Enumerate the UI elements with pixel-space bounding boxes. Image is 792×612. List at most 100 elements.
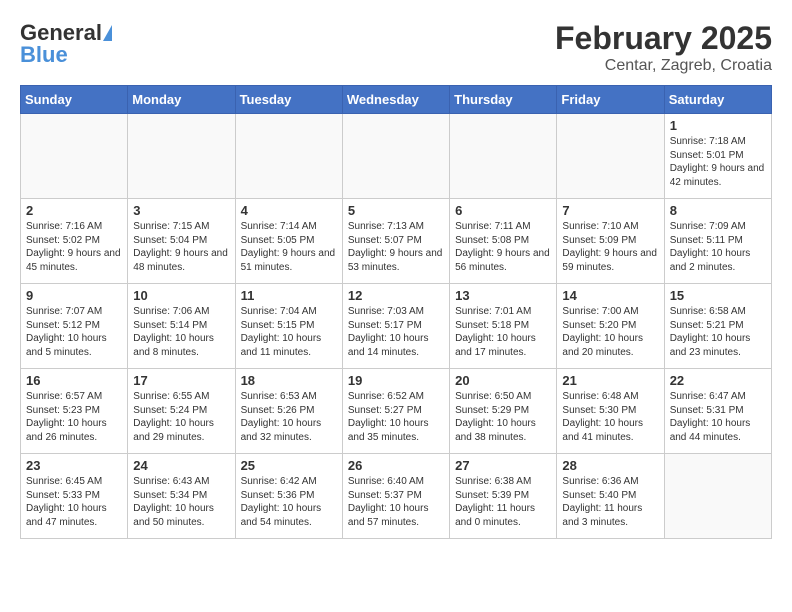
day-number: 19 [348, 373, 444, 388]
day-number: 23 [26, 458, 122, 473]
calendar-cell: 2 Sunrise: 7:16 AM Sunset: 5:02 PM Daylig… [21, 199, 128, 284]
calendar-cell [21, 114, 128, 199]
calendar-cell: 7 Sunrise: 7:10 AM Sunset: 5:09 PM Daylig… [557, 199, 664, 284]
month-title: February 2025 [555, 20, 772, 57]
weekday-header: Sunday [21, 86, 128, 114]
day-info: Sunrise: 7:07 AM Sunset: 5:12 PM Dayligh… [26, 306, 107, 358]
day-number: 10 [133, 288, 229, 303]
calendar-cell: 22 Sunrise: 6:47 AM Sunset: 5:31 PM Dayli… [664, 369, 771, 454]
day-number: 14 [562, 288, 658, 303]
logo-triangle-icon [103, 25, 112, 41]
weekday-header: Saturday [664, 86, 771, 114]
calendar-cell: 28Sunrise: 6:36 AM Sunset: 5:40 PM Dayli… [557, 454, 664, 539]
calendar-cell: 1Sunrise: 7:18 AM Sunset: 5:01 PM Daylig… [664, 114, 771, 199]
calendar-cell: 13 Sunrise: 7:01 AM Sunset: 5:18 PM Dayli… [450, 284, 557, 369]
calendar-cell: 27 Sunrise: 6:38 AM Sunset: 5:39 PM Dayli… [450, 454, 557, 539]
day-info: Sunrise: 6:57 AM Sunset: 5:23 PM Dayligh… [26, 391, 107, 443]
day-number: 20 [455, 373, 551, 388]
day-info: Sunrise: 6:36 AM Sunset: 5:40 PM Dayligh… [562, 476, 642, 528]
calendar-cell: 20 Sunrise: 6:50 AM Sunset: 5:29 PM Dayli… [450, 369, 557, 454]
day-info: Sunrise: 6:47 AM Sunset: 5:31 PM Dayligh… [670, 391, 751, 443]
weekday-header: Tuesday [235, 86, 342, 114]
day-info: Sunrise: 6:43 AM Sunset: 5:34 PM Dayligh… [133, 476, 214, 528]
day-info: Sunrise: 7:11 AM Sunset: 5:08 PM Dayligh… [455, 221, 550, 273]
day-info: Sunrise: 6:52 AM Sunset: 5:27 PM Dayligh… [348, 391, 429, 443]
day-number: 11 [241, 288, 337, 303]
day-number: 7 [562, 203, 658, 218]
weekday-header: Thursday [450, 86, 557, 114]
day-number: 13 [455, 288, 551, 303]
calendar-cell [235, 114, 342, 199]
day-info: Sunrise: 7:15 AM Sunset: 5:04 PM Dayligh… [133, 221, 228, 273]
day-number: 16 [26, 373, 122, 388]
calendar-cell: 25 Sunrise: 6:42 AM Sunset: 5:36 PM Dayli… [235, 454, 342, 539]
day-info: Sunrise: 6:58 AM Sunset: 5:21 PM Dayligh… [670, 306, 751, 358]
day-number: 25 [241, 458, 337, 473]
day-number: 21 [562, 373, 658, 388]
calendar-cell: 19 Sunrise: 6:52 AM Sunset: 5:27 PM Dayli… [342, 369, 449, 454]
calendar-cell [450, 114, 557, 199]
calendar-cell: 14 Sunrise: 7:00 AM Sunset: 5:20 PM Dayli… [557, 284, 664, 369]
day-number: 26 [348, 458, 444, 473]
day-info: Sunrise: 7:00 AM Sunset: 5:20 PM Dayligh… [562, 306, 643, 358]
calendar-cell: 24 Sunrise: 6:43 AM Sunset: 5:34 PM Dayli… [128, 454, 235, 539]
day-number: 1 [670, 118, 766, 133]
calendar-cell: 11 Sunrise: 7:04 AM Sunset: 5:15 PM Dayli… [235, 284, 342, 369]
day-info: Sunrise: 6:38 AM Sunset: 5:39 PM Dayligh… [455, 476, 535, 528]
day-number: 27 [455, 458, 551, 473]
day-number: 2 [26, 203, 122, 218]
calendar-cell: 9 Sunrise: 7:07 AM Sunset: 5:12 PM Daylig… [21, 284, 128, 369]
calendar-cell: 26 Sunrise: 6:40 AM Sunset: 5:37 PM Dayli… [342, 454, 449, 539]
day-number: 15 [670, 288, 766, 303]
weekday-header: Monday [128, 86, 235, 114]
day-number: 18 [241, 373, 337, 388]
calendar-cell: 12Sunrise: 7:03 AM Sunset: 5:17 PM Dayli… [342, 284, 449, 369]
calendar-cell: 4 Sunrise: 7:14 AM Sunset: 5:05 PM Daylig… [235, 199, 342, 284]
calendar-cell: 18 Sunrise: 6:53 AM Sunset: 5:26 PM Dayli… [235, 369, 342, 454]
calendar-cell: 17 Sunrise: 6:55 AM Sunset: 5:24 PM Dayli… [128, 369, 235, 454]
calendar-cell [664, 454, 771, 539]
day-number: 17 [133, 373, 229, 388]
calendar-cell: 23 Sunrise: 6:45 AM Sunset: 5:33 PM Dayli… [21, 454, 128, 539]
logo: General Blue [20, 20, 112, 68]
day-info: Sunrise: 7:16 AM Sunset: 5:02 PM Dayligh… [26, 221, 121, 273]
calendar-cell: 16 Sunrise: 6:57 AM Sunset: 5:23 PM Dayli… [21, 369, 128, 454]
day-info: Sunrise: 7:03 AM Sunset: 5:17 PM Dayligh… [348, 306, 429, 358]
day-info: Sunrise: 6:42 AM Sunset: 5:36 PM Dayligh… [241, 476, 322, 528]
day-info: Sunrise: 7:10 AM Sunset: 5:09 PM Dayligh… [562, 221, 657, 273]
day-info: Sunrise: 7:01 AM Sunset: 5:18 PM Dayligh… [455, 306, 536, 358]
day-number: 6 [455, 203, 551, 218]
day-info: Sunrise: 6:55 AM Sunset: 5:24 PM Dayligh… [133, 391, 214, 443]
day-info: Sunrise: 7:04 AM Sunset: 5:15 PM Dayligh… [241, 306, 322, 358]
calendar-cell [342, 114, 449, 199]
calendar-table: SundayMondayTuesdayWednesdayThursdayFrid… [20, 85, 772, 539]
calendar-cell: 15 Sunrise: 6:58 AM Sunset: 5:21 PM Dayli… [664, 284, 771, 369]
day-info: Sunrise: 6:48 AM Sunset: 5:30 PM Dayligh… [562, 391, 643, 443]
weekday-header: Friday [557, 86, 664, 114]
day-info: Sunrise: 6:53 AM Sunset: 5:26 PM Dayligh… [241, 391, 322, 443]
day-info: Sunrise: 6:50 AM Sunset: 5:29 PM Dayligh… [455, 391, 536, 443]
weekday-header: Wednesday [342, 86, 449, 114]
day-number: 24 [133, 458, 229, 473]
calendar-cell: 21 Sunrise: 6:48 AM Sunset: 5:30 PM Dayli… [557, 369, 664, 454]
day-info: Sunrise: 6:45 AM Sunset: 5:33 PM Dayligh… [26, 476, 107, 528]
title-block: February 2025 Centar, Zagreb, Croatia [555, 20, 772, 75]
day-info: Sunrise: 7:09 AM Sunset: 5:11 PM Dayligh… [670, 221, 751, 273]
calendar-cell: 3 Sunrise: 7:15 AM Sunset: 5:04 PM Daylig… [128, 199, 235, 284]
day-info: Sunrise: 7:06 AM Sunset: 5:14 PM Dayligh… [133, 306, 214, 358]
day-number: 4 [241, 203, 337, 218]
day-number: 8 [670, 203, 766, 218]
day-number: 3 [133, 203, 229, 218]
day-info: Sunrise: 7:14 AM Sunset: 5:05 PM Dayligh… [241, 221, 336, 273]
logo-blue: Blue [20, 42, 68, 68]
calendar-cell: 8 Sunrise: 7:09 AM Sunset: 5:11 PM Daylig… [664, 199, 771, 284]
day-info: Sunrise: 6:40 AM Sunset: 5:37 PM Dayligh… [348, 476, 429, 528]
calendar-cell: 6 Sunrise: 7:11 AM Sunset: 5:08 PM Daylig… [450, 199, 557, 284]
calendar-cell [557, 114, 664, 199]
day-number: 9 [26, 288, 122, 303]
day-number: 5 [348, 203, 444, 218]
calendar-cell [128, 114, 235, 199]
day-number: 22 [670, 373, 766, 388]
calendar-cell: 5Sunrise: 7:13 AM Sunset: 5:07 PM Daylig… [342, 199, 449, 284]
page-header: General Blue February 2025 Centar, Zagre… [20, 20, 772, 75]
